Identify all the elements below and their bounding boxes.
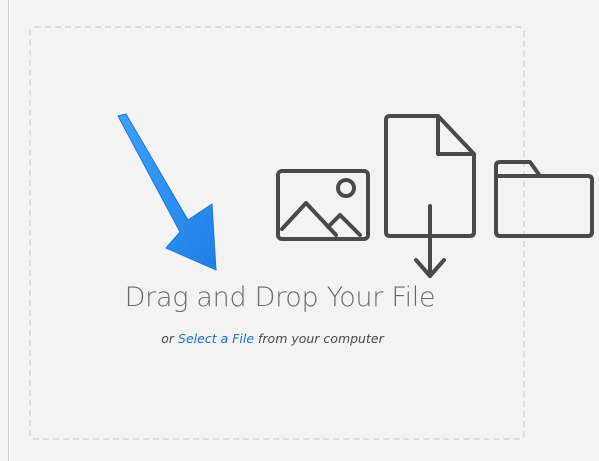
subtitle-suffix: from your computer xyxy=(254,331,384,346)
folder-icon xyxy=(494,158,596,240)
window-edge xyxy=(0,0,9,461)
image-icon xyxy=(276,169,370,241)
arrow-pointer-icon xyxy=(112,112,232,281)
drop-zone-subtitle: or Select a File from your computer xyxy=(0,331,545,346)
file-download-icon xyxy=(380,112,480,284)
drop-zone-title: Drag and Drop Your File xyxy=(124,282,436,313)
subtitle-prefix: or xyxy=(161,331,179,346)
select-file-link[interactable]: Select a File xyxy=(178,331,254,346)
file-type-icons xyxy=(270,110,599,290)
